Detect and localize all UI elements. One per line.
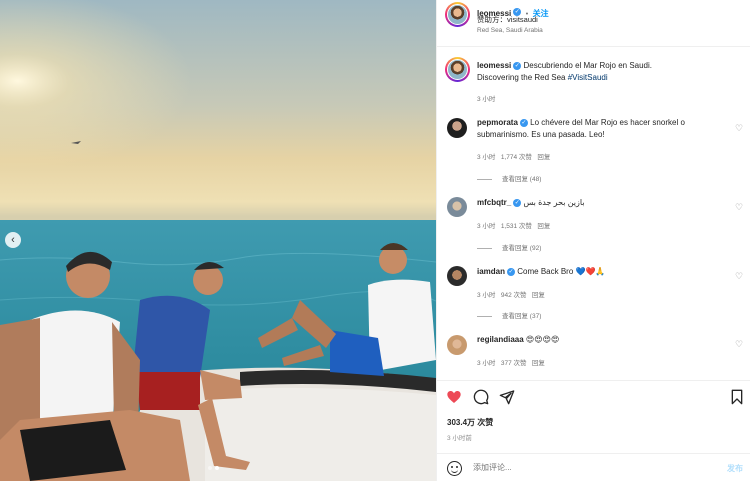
comment-username[interactable]: pepmorata bbox=[477, 118, 518, 127]
carousel-indicator bbox=[208, 466, 219, 470]
comment-time: 3 小时 bbox=[477, 360, 496, 367]
reply-button[interactable]: 回复 bbox=[532, 360, 545, 367]
comment-time: 3 小时 bbox=[477, 154, 496, 161]
author-avatar[interactable] bbox=[445, 2, 470, 27]
hashtag-link[interactable]: #VisitSaudi bbox=[568, 73, 608, 82]
comment-time: 3 小时 bbox=[477, 292, 496, 299]
bookmark-icon[interactable] bbox=[729, 389, 745, 405]
photo-illustration bbox=[0, 0, 436, 481]
instagram-post: ‹ leomessi ✓ • 关注 赞助方：visitsaudi Red Sea,… bbox=[0, 0, 750, 481]
comment-text: 😍😍😍😍 bbox=[525, 335, 560, 344]
post-header: leomessi ✓ • 关注 赞助方：visitsaudi Red Sea, S… bbox=[437, 0, 750, 47]
post-side-panel: leomessi ✓ • 关注 赞助方：visitsaudi Red Sea, S… bbox=[436, 0, 750, 481]
comment-bar: 发布 bbox=[437, 453, 750, 481]
comment-likes[interactable]: 377 次赞 bbox=[501, 360, 527, 367]
comment-text: بازين بحر جدة بس bbox=[523, 198, 585, 207]
post-comment-button[interactable]: 发布 bbox=[727, 463, 743, 474]
caption-text-line1: Descubriendo el Mar Rojo en Saudi. bbox=[523, 61, 652, 70]
comment-likes[interactable]: 1,774 次赞 bbox=[501, 154, 532, 161]
comment-text: Come Back Bro 💙❤️🙏 bbox=[517, 267, 606, 276]
view-replies-button[interactable]: 查看回复 (37) bbox=[477, 310, 541, 320]
caption-text-line2: Discovering the Red Sea bbox=[477, 73, 566, 82]
comment-likes[interactable]: 1,531 次赞 bbox=[501, 223, 532, 230]
carousel-dot bbox=[208, 466, 212, 470]
carousel-prev-button[interactable]: ‹ bbox=[5, 232, 21, 248]
view-replies-button[interactable]: 查看回复 (48) bbox=[477, 173, 541, 183]
caption-username[interactable]: leomessi bbox=[477, 61, 511, 70]
verified-icon: ✓ bbox=[507, 267, 516, 276]
post-time: 3 小时前 bbox=[447, 435, 472, 442]
heart-icon[interactable] bbox=[446, 389, 462, 405]
comment-username[interactable]: regilandiaaa bbox=[477, 335, 524, 344]
view-replies-button[interactable]: 查看回复 (92) bbox=[477, 242, 541, 252]
reply-button[interactable]: 回复 bbox=[537, 154, 550, 161]
comment-like-heart-icon[interactable]: ♡ bbox=[735, 272, 744, 281]
chevron-left-icon: ‹ bbox=[11, 233, 15, 246]
post-actions: 303.4万 次赞 3 小时前 发布 bbox=[437, 380, 750, 481]
sponsor-prefix: 赞助方： bbox=[477, 15, 507, 24]
verified-icon: ✓ bbox=[519, 118, 528, 127]
comment-username[interactable]: mfcbqtr_ bbox=[477, 198, 511, 207]
comment-icon[interactable] bbox=[473, 389, 489, 405]
comment-input[interactable] bbox=[473, 463, 673, 472]
caption-time: 3 小时 bbox=[477, 96, 496, 103]
commenter-avatar[interactable] bbox=[447, 197, 467, 217]
commenter-avatar[interactable] bbox=[447, 266, 467, 286]
verified-icon: ✓ bbox=[513, 61, 522, 70]
post-photo[interactable]: ‹ bbox=[0, 0, 436, 481]
commenter-avatar[interactable] bbox=[447, 335, 467, 355]
comment-like-heart-icon[interactable]: ♡ bbox=[735, 203, 744, 212]
share-icon[interactable] bbox=[499, 389, 515, 405]
location-link[interactable]: Red Sea, Saudi Arabia bbox=[477, 27, 543, 34]
carousel-dot-active bbox=[215, 466, 219, 470]
comment-time: 3 小时 bbox=[477, 223, 496, 230]
comment-like-heart-icon[interactable]: ♡ bbox=[735, 340, 744, 349]
likes-count[interactable]: 303.4万 次赞 bbox=[447, 417, 493, 428]
comment-likes[interactable]: 942 次赞 bbox=[501, 292, 527, 299]
verified-icon: ✓ bbox=[513, 198, 522, 207]
emoji-icon[interactable] bbox=[447, 461, 462, 476]
sponsor-link[interactable]: visitsaudi bbox=[507, 15, 538, 24]
reply-button[interactable]: 回复 bbox=[532, 292, 545, 299]
caption-avatar[interactable] bbox=[445, 57, 470, 82]
reply-button[interactable]: 回复 bbox=[537, 223, 550, 230]
comment-username[interactable]: iamdan bbox=[477, 267, 505, 276]
comment-like-heart-icon[interactable]: ♡ bbox=[735, 124, 744, 133]
commenter-avatar[interactable] bbox=[447, 118, 467, 138]
